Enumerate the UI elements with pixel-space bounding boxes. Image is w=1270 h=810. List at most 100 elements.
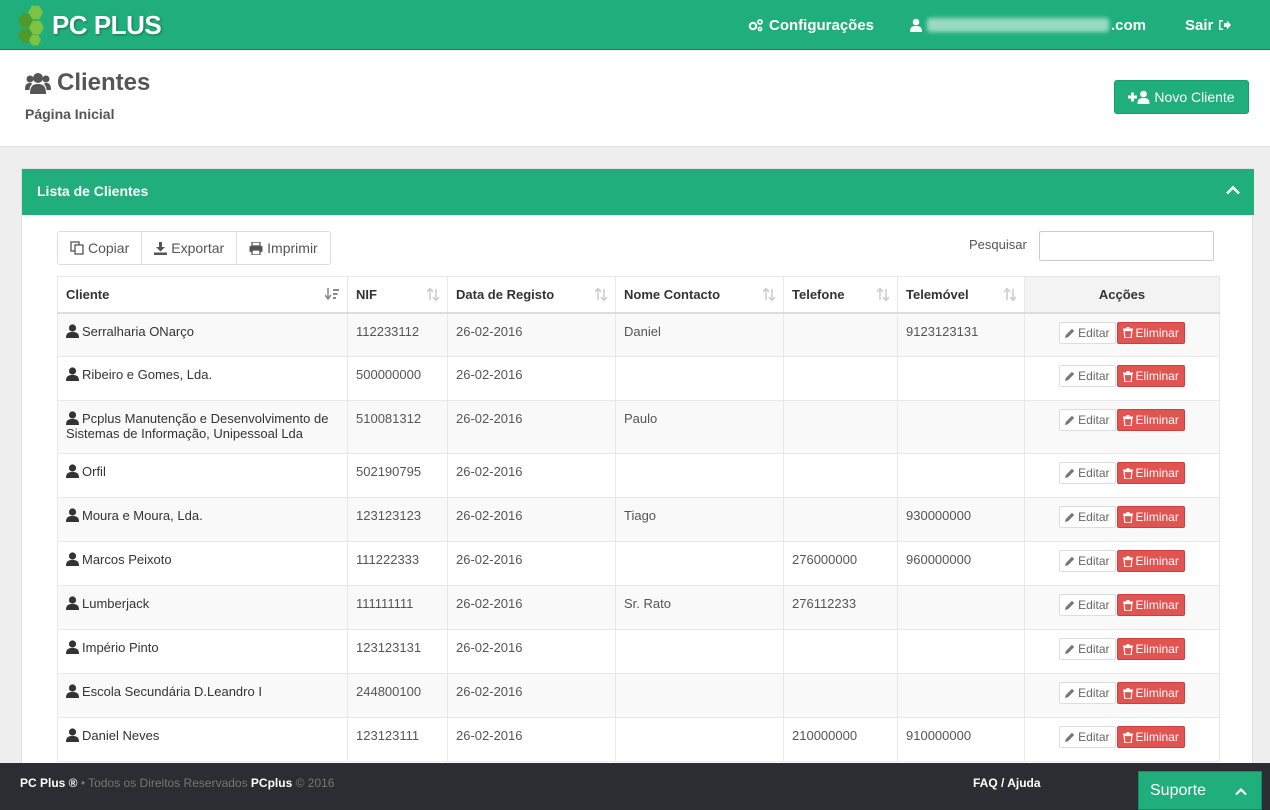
cell-mobile — [897, 400, 1025, 454]
top-navbar: PC PLUS Configurações .com Sair — [0, 0, 1270, 50]
cell-client: Serralharia ONarço — [57, 312, 348, 357]
client-name: Marcos Peixoto — [82, 552, 172, 567]
edit-button[interactable]: Editar — [1059, 550, 1116, 572]
user-icon — [66, 728, 79, 742]
cell-phone: 210000000 — [783, 717, 898, 762]
delete-button[interactable]: Eliminar — [1116, 409, 1185, 431]
col-header-cliente[interactable]: Cliente — [57, 276, 348, 314]
table-row: Orfil 502190795 26-02-2016 Editar Eliminar — [57, 453, 1220, 498]
chevron-up-icon[interactable] — [1226, 185, 1240, 195]
cell-actions: Editar Eliminar — [1024, 673, 1220, 718]
delete-button[interactable]: Eliminar — [1116, 594, 1185, 616]
cell-client: Orfil — [57, 453, 348, 498]
footer-brand: PC Plus ® — [20, 776, 78, 790]
user-account-link[interactable]: .com — [910, 0, 1146, 50]
cell-mobile — [897, 629, 1025, 674]
delete-button[interactable]: Eliminar — [1116, 321, 1185, 344]
user-icon — [910, 18, 922, 32]
cell-date: 26-02-2016 — [447, 356, 616, 401]
delete-button[interactable]: Eliminar — [1116, 638, 1185, 660]
faq-link[interactable]: FAQ / Ajuda — [973, 776, 1041, 790]
support-chat-button[interactable]: Suporte — [1138, 771, 1262, 810]
trash-icon — [1122, 555, 1133, 567]
delete-button[interactable]: Eliminar — [1116, 506, 1185, 528]
col-header-telemovel[interactable]: Telemóvel — [897, 276, 1025, 314]
cell-client: Marcos Peixoto — [57, 541, 348, 586]
cell-date: 26-02-2016 — [447, 717, 616, 762]
support-label: Suporte — [1150, 781, 1207, 799]
search-input[interactable] — [1039, 231, 1214, 261]
clients-panel: Lista de Clientes Copiar Exportar Imprim… — [21, 168, 1254, 768]
edit-button[interactable]: Editar — [1059, 409, 1116, 431]
col-header-nome-contacto[interactable]: Nome Contacto — [615, 276, 784, 314]
cell-nif: 123123111 — [347, 717, 448, 762]
cell-contact — [615, 541, 784, 586]
page-header: Clientes Página Inicial Novo Cliente — [0, 51, 1270, 147]
copy-button[interactable]: Copiar — [58, 232, 143, 264]
delete-button[interactable]: Eliminar — [1116, 682, 1185, 704]
new-client-button[interactable]: Novo Cliente — [1114, 80, 1249, 114]
cell-contact: Tiago — [615, 497, 784, 542]
col-header-data-registo[interactable]: Data de Registo — [447, 276, 616, 314]
page-title-text: Clientes — [57, 69, 151, 96]
edit-button[interactable]: Editar — [1059, 726, 1116, 748]
cell-actions: Editar Eliminar — [1024, 356, 1220, 401]
pencil-icon — [1065, 644, 1075, 654]
delete-button[interactable]: Eliminar — [1116, 726, 1185, 748]
cell-mobile — [897, 356, 1025, 401]
cell-nif: 123123131 — [347, 629, 448, 674]
download-icon — [154, 241, 168, 255]
print-button[interactable]: Imprimir — [237, 232, 330, 264]
pencil-icon — [1065, 328, 1075, 338]
edit-button[interactable]: Editar — [1059, 321, 1116, 344]
brand[interactable]: PC PLUS — [18, 4, 162, 46]
pencil-icon — [1065, 688, 1075, 698]
cell-date: 26-02-2016 — [447, 585, 616, 630]
cell-nif: 510081312 — [347, 400, 448, 454]
col-header-nif[interactable]: NIF — [347, 276, 448, 314]
user-icon — [66, 596, 79, 610]
cell-nif: 244800100 — [347, 673, 448, 718]
delete-button[interactable]: Eliminar — [1116, 365, 1185, 387]
cell-client: Lumberjack — [57, 585, 348, 630]
edit-button[interactable]: Editar — [1059, 594, 1116, 616]
cell-contact: Paulo — [615, 400, 784, 454]
sort-icon — [1004, 288, 1016, 301]
edit-button[interactable]: Editar — [1059, 506, 1116, 528]
edit-button[interactable]: Editar — [1059, 638, 1116, 660]
cell-actions: Editar Eliminar — [1024, 400, 1220, 454]
table-row: Daniel Neves 123123111 26-02-2016 210000000… — [57, 717, 1220, 762]
pencil-icon — [1065, 415, 1075, 425]
export-button[interactable]: Exportar — [142, 232, 238, 264]
cell-mobile — [897, 585, 1025, 630]
cell-actions: Editar Eliminar — [1024, 541, 1220, 586]
cell-actions: Editar Eliminar — [1024, 453, 1220, 498]
copy-icon — [70, 241, 84, 255]
user-icon — [66, 464, 79, 478]
table-row: Império Pinto 123123131 26-02-2016 Editar El… — [57, 629, 1220, 674]
breadcrumb[interactable]: Página Inicial — [25, 106, 114, 122]
edit-button[interactable]: Editar — [1059, 462, 1116, 484]
sort-desc-icon — [325, 288, 339, 301]
col-header-telefone[interactable]: Telefone — [783, 276, 898, 314]
client-name: Orfil — [82, 464, 106, 479]
table-tools: Copiar Exportar Imprimir — [57, 231, 331, 265]
cell-actions: Editar Eliminar — [1024, 312, 1220, 357]
edit-button[interactable]: Editar — [1059, 682, 1116, 704]
table-body: Serralharia ONarço 112233112 26-02-2016 Dan… — [57, 312, 1220, 762]
panel-heading: Lista de Clientes — [22, 169, 1254, 215]
user-plus-icon — [1128, 90, 1150, 104]
cell-contact — [615, 629, 784, 674]
cell-phone — [783, 400, 898, 454]
cell-phone — [783, 673, 898, 718]
table-row: Marcos Peixoto 111222333 26-02-2016 2760000… — [57, 541, 1220, 586]
settings-link[interactable]: Configurações — [748, 0, 874, 50]
cell-mobile — [897, 453, 1025, 498]
logout-link[interactable]: Sair — [1185, 0, 1232, 50]
brand-name: PC PLUS — [52, 9, 162, 40]
cell-nif: 111111111 — [347, 585, 448, 630]
delete-button[interactable]: Eliminar — [1116, 462, 1185, 484]
cell-nif: 502190795 — [347, 453, 448, 498]
edit-button[interactable]: Editar — [1059, 365, 1116, 387]
delete-button[interactable]: Eliminar — [1116, 550, 1185, 572]
